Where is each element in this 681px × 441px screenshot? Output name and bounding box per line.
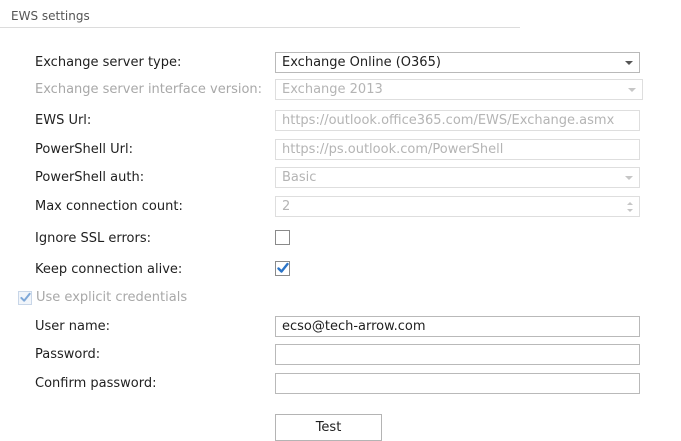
user-name-row: User name: ecso@tech-arrow.com — [0, 316, 681, 338]
ignore-ssl-label: Ignore SSL errors: — [35, 231, 151, 246]
server-type-label: Exchange server type: — [35, 55, 182, 70]
ews-url-row: EWS Url: https://outlook.office365.com/E… — [0, 110, 681, 132]
ews-url-label: EWS Url: — [35, 113, 92, 128]
user-name-input[interactable]: ecso@tech-arrow.com — [275, 316, 640, 337]
powershell-auth-value: Basic — [282, 170, 317, 185]
spin-up-icon[interactable] — [627, 202, 633, 205]
powershell-url-label: PowerShell Url: — [35, 142, 134, 157]
server-type-value: Exchange Online (O365) — [282, 55, 441, 70]
interface-version-value: Exchange 2013 — [282, 82, 383, 97]
powershell-auth-select[interactable]: Basic — [275, 167, 640, 188]
ews-url-input[interactable]: https://outlook.office365.com/EWS/Exchan… — [275, 110, 640, 131]
checkmark-icon — [20, 292, 31, 302]
chevron-down-icon[interactable] — [625, 61, 633, 65]
password-row: Password: — [0, 344, 681, 366]
keep-alive-checkbox[interactable] — [275, 261, 290, 276]
server-type-row: Exchange server type: Exchange Online (O… — [0, 52, 681, 74]
password-label: Password: — [35, 347, 101, 362]
confirm-password-row: Confirm password: — [0, 373, 681, 395]
interface-version-label: Exchange server interface version: — [35, 82, 263, 97]
checkmark-icon — [277, 262, 289, 273]
keep-alive-label: Keep connection alive: — [35, 262, 183, 277]
interface-version-row: Exchange server interface version: Excha… — [0, 79, 681, 101]
max-connection-stepper[interactable]: 2 — [275, 196, 640, 217]
ews-url-value: https://outlook.office365.com/EWS/Exchan… — [282, 113, 615, 128]
confirm-password-label: Confirm password: — [35, 376, 157, 391]
powershell-url-row: PowerShell Url: https://ps.outlook.com/P… — [0, 139, 681, 161]
password-input[interactable] — [275, 344, 640, 365]
powershell-url-value: https://ps.outlook.com/PowerShell — [282, 142, 504, 157]
ignore-ssl-checkbox[interactable] — [275, 230, 290, 245]
user-name-label: User name: — [35, 319, 111, 334]
test-button[interactable]: Test — [275, 414, 382, 441]
chevron-down-icon[interactable] — [628, 88, 636, 92]
spin-down-icon[interactable] — [627, 209, 633, 212]
powershell-auth-label: PowerShell auth: — [35, 170, 145, 185]
section-divider — [0, 27, 520, 28]
user-name-value: ecso@tech-arrow.com — [282, 319, 426, 334]
max-connection-row: Max connection count: 2 — [0, 196, 681, 218]
explicit-credentials-checkbox[interactable] — [18, 291, 32, 305]
keep-alive-row: Keep connection alive: — [0, 259, 681, 281]
powershell-auth-row: PowerShell auth: Basic — [0, 167, 681, 189]
confirm-password-input[interactable] — [275, 373, 640, 394]
chevron-down-icon[interactable] — [625, 176, 633, 180]
ignore-ssl-row: Ignore SSL errors: — [0, 228, 681, 250]
max-connection-value: 2 — [282, 199, 291, 214]
explicit-credentials-row: Use explicit credentials — [18, 290, 238, 308]
powershell-url-input[interactable]: https://ps.outlook.com/PowerShell — [275, 139, 640, 160]
explicit-credentials-label: Use explicit credentials — [36, 290, 188, 305]
server-type-select[interactable]: Exchange Online (O365) — [275, 52, 640, 73]
max-connection-label: Max connection count: — [35, 199, 183, 214]
section-title: EWS settings — [11, 9, 90, 23]
interface-version-select[interactable]: Exchange 2013 — [275, 79, 643, 100]
